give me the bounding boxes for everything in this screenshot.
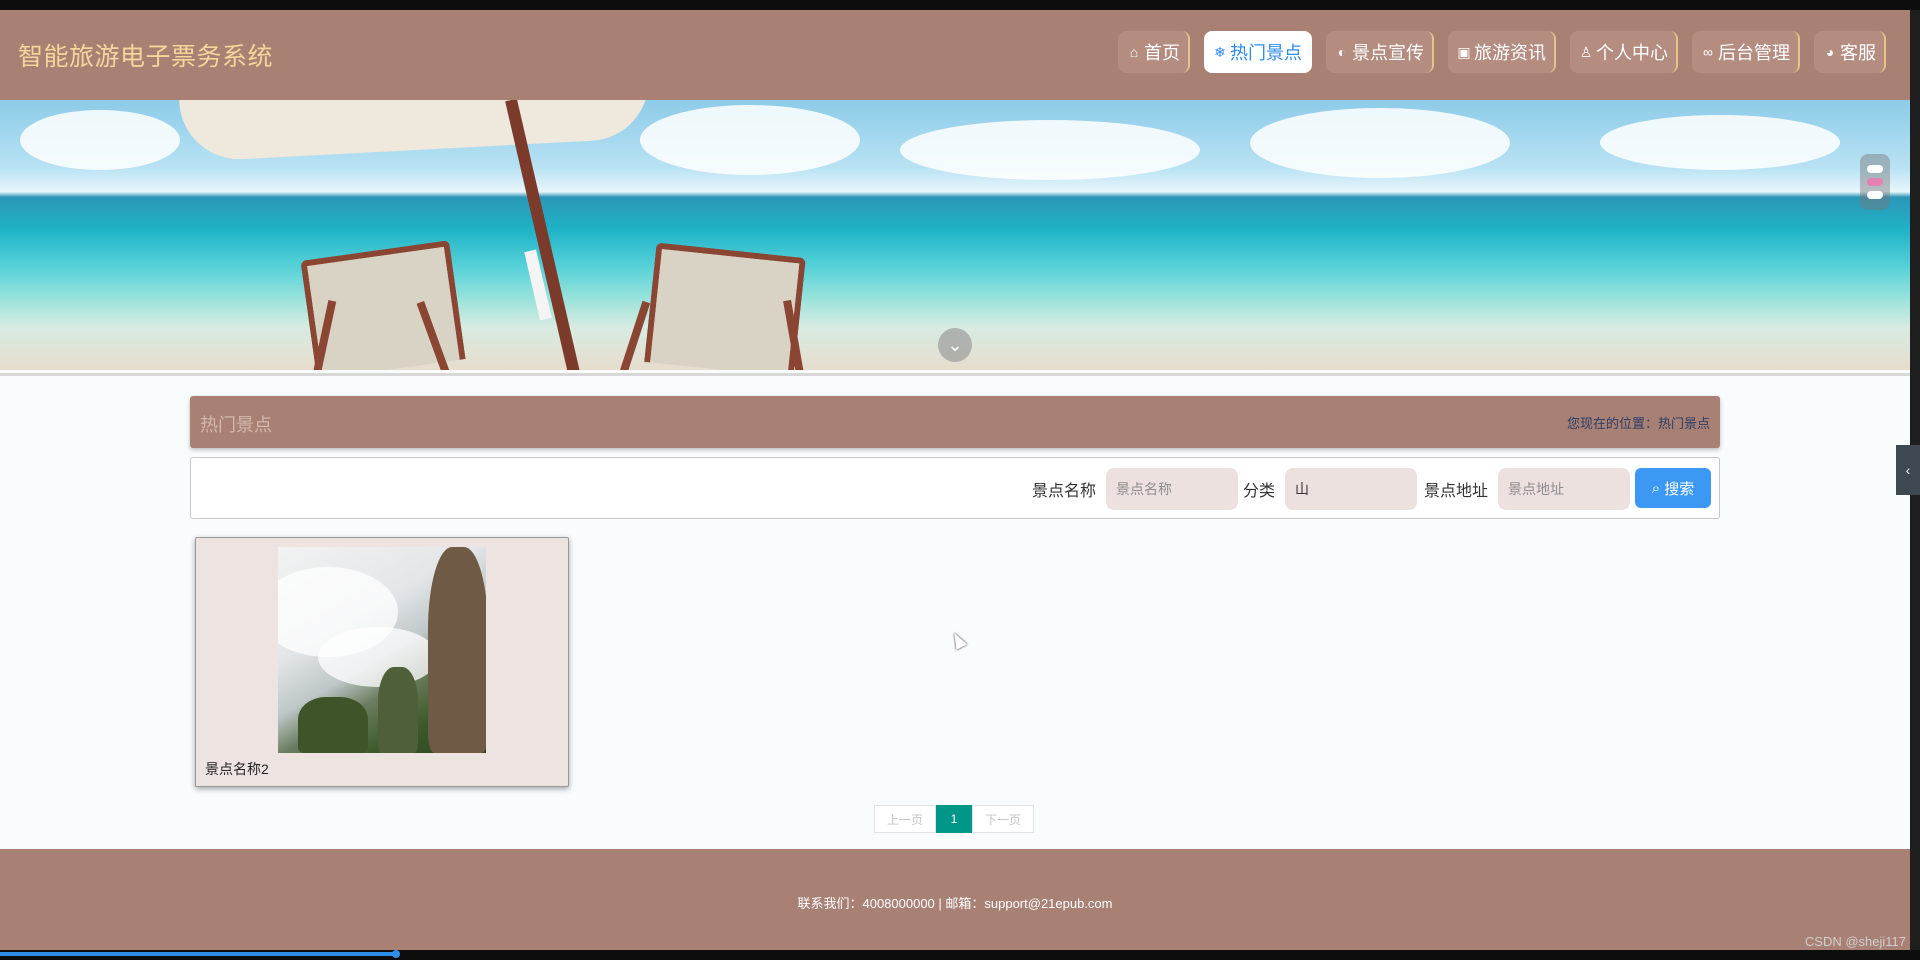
chevron-left-icon: ‹ — [1905, 462, 1911, 478]
hero-banner: ⌄ — [0, 100, 1910, 370]
banner-cloud — [1600, 115, 1840, 170]
search-category-group: 分类 — [1243, 468, 1418, 510]
carousel-indicator — [1860, 154, 1890, 210]
carousel-dot-3[interactable] — [1867, 191, 1883, 199]
window-top-border — [0, 0, 1920, 10]
nav-item-customer-service[interactable]: ◕ 客服 — [1814, 31, 1886, 73]
banner-beach-chair — [644, 242, 806, 370]
site-brand[interactable]: 智能旅游电子票务系统 — [18, 37, 273, 73]
image-rock — [298, 697, 368, 753]
nav-item-home[interactable]: ⌂ 首页 — [1118, 31, 1190, 73]
footer-contact: 联系我们：4008000000 | 邮箱：support@21epub.com — [797, 896, 1113, 911]
page-number-current[interactable]: 1 — [936, 805, 972, 833]
section-title-bar: 热门景点 您现在的位置：热门景点 — [190, 396, 1720, 448]
banner-cloud — [20, 110, 180, 170]
nav-item-label: 景点宣传 — [1352, 43, 1424, 63]
nav-item-hot-spots[interactable]: ❄ 热门景点 — [1204, 31, 1312, 73]
mouse-cursor — [948, 630, 968, 650]
banner-cloud — [1250, 108, 1510, 178]
chevron-down-icon: ⌄ — [947, 334, 963, 355]
side-panel-toggle[interactable]: ‹ — [1896, 445, 1920, 495]
page-title: 热门景点 — [200, 415, 272, 435]
page: 智能旅游电子票务系统 ⌂ 首页 ❄ 热门景点 ◐ 景点宣传 ▣ 旅游资讯 ♙ 个… — [0, 10, 1910, 950]
nav-item-admin[interactable]: ∞ 后台管理 — [1692, 31, 1800, 73]
attraction-card[interactable]: 景点名称2 — [195, 537, 569, 787]
image-rock — [428, 547, 486, 753]
main-nav: ⌂ 首页 ❄ 热门景点 ◐ 景点宣传 ▣ 旅游资讯 ♙ 个人中心 ∞ 后台管理 — [1118, 31, 1886, 73]
search-icon: ⌕ — [1651, 479, 1661, 497]
nav-item-label: 后台管理 — [1718, 43, 1790, 63]
banner-umbrella — [178, 100, 652, 163]
search-button-label: 搜索 — [1664, 480, 1695, 498]
carousel-dot-2[interactable] — [1867, 178, 1883, 186]
search-panel: 景点名称 分类 景点地址 ⌕ 搜索 — [190, 457, 1720, 519]
site-header: 智能旅游电子票务系统 ⌂ 首页 ❄ 热门景点 ◐ 景点宣传 ▣ 旅游资讯 ♙ 个… — [0, 10, 1910, 100]
search-address-group: 景点地址 — [1424, 468, 1631, 510]
video-progress-handle[interactable] — [392, 950, 400, 958]
attraction-name[interactable]: 景点名称2 — [205, 759, 269, 779]
image-rock — [378, 667, 418, 753]
carousel-dot-1[interactable] — [1867, 165, 1883, 173]
banner-cloud — [900, 120, 1200, 180]
scroll-down-button[interactable]: ⌄ — [938, 328, 972, 362]
banner-cloud — [640, 105, 860, 175]
nav-item-label: 个人中心 — [1596, 43, 1668, 63]
link-icon: ∞ — [1703, 44, 1713, 60]
nav-item-label: 热门景点 — [1230, 43, 1302, 63]
nav-item-label: 客服 — [1840, 43, 1876, 63]
search-name-input[interactable] — [1106, 468, 1239, 510]
video-progress-bar[interactable] — [0, 952, 396, 956]
search-name-group: 景点名称 — [1032, 468, 1239, 510]
banner-divider — [0, 373, 1910, 376]
next-page-button[interactable]: 下一页 — [972, 805, 1034, 833]
nav-item-promotion[interactable]: ◐ 景点宣传 — [1326, 31, 1434, 73]
search-category-input[interactable] — [1285, 468, 1418, 510]
snowflake-icon: ❄ — [1214, 43, 1226, 60]
palette-icon: ◐ — [1337, 44, 1347, 60]
gift-icon: ▣ — [1457, 43, 1471, 60]
search-address-label: 景点地址 — [1424, 483, 1489, 500]
search-category-label: 分类 — [1243, 483, 1276, 500]
attraction-image[interactable] — [278, 547, 486, 753]
pagination: 上一页 1 下一页 — [874, 805, 1034, 833]
user-icon: ♙ — [1579, 43, 1593, 60]
search-name-label: 景点名称 — [1032, 483, 1097, 500]
image-mist — [318, 627, 438, 687]
prev-page-button[interactable]: 上一页 — [874, 805, 936, 833]
nav-item-label: 首页 — [1144, 43, 1180, 63]
search-button[interactable]: ⌕ 搜索 — [1635, 468, 1711, 508]
nav-item-label: 旅游资讯 — [1474, 43, 1546, 63]
site-footer: 联系我们：4008000000 | 邮箱：support@21epub.com — [0, 849, 1910, 950]
search-address-input[interactable] — [1498, 468, 1631, 510]
watermark: CSDN @sheji117 — [1804, 934, 1906, 949]
nav-item-travel-news[interactable]: ▣ 旅游资讯 — [1448, 31, 1556, 73]
breadcrumb: 您现在的位置：热门景点 — [1566, 416, 1710, 431]
nav-item-personal-center[interactable]: ♙ 个人中心 — [1570, 31, 1678, 73]
home-icon: ⌂ — [1129, 44, 1139, 60]
headset-icon: ◕ — [1825, 44, 1835, 60]
